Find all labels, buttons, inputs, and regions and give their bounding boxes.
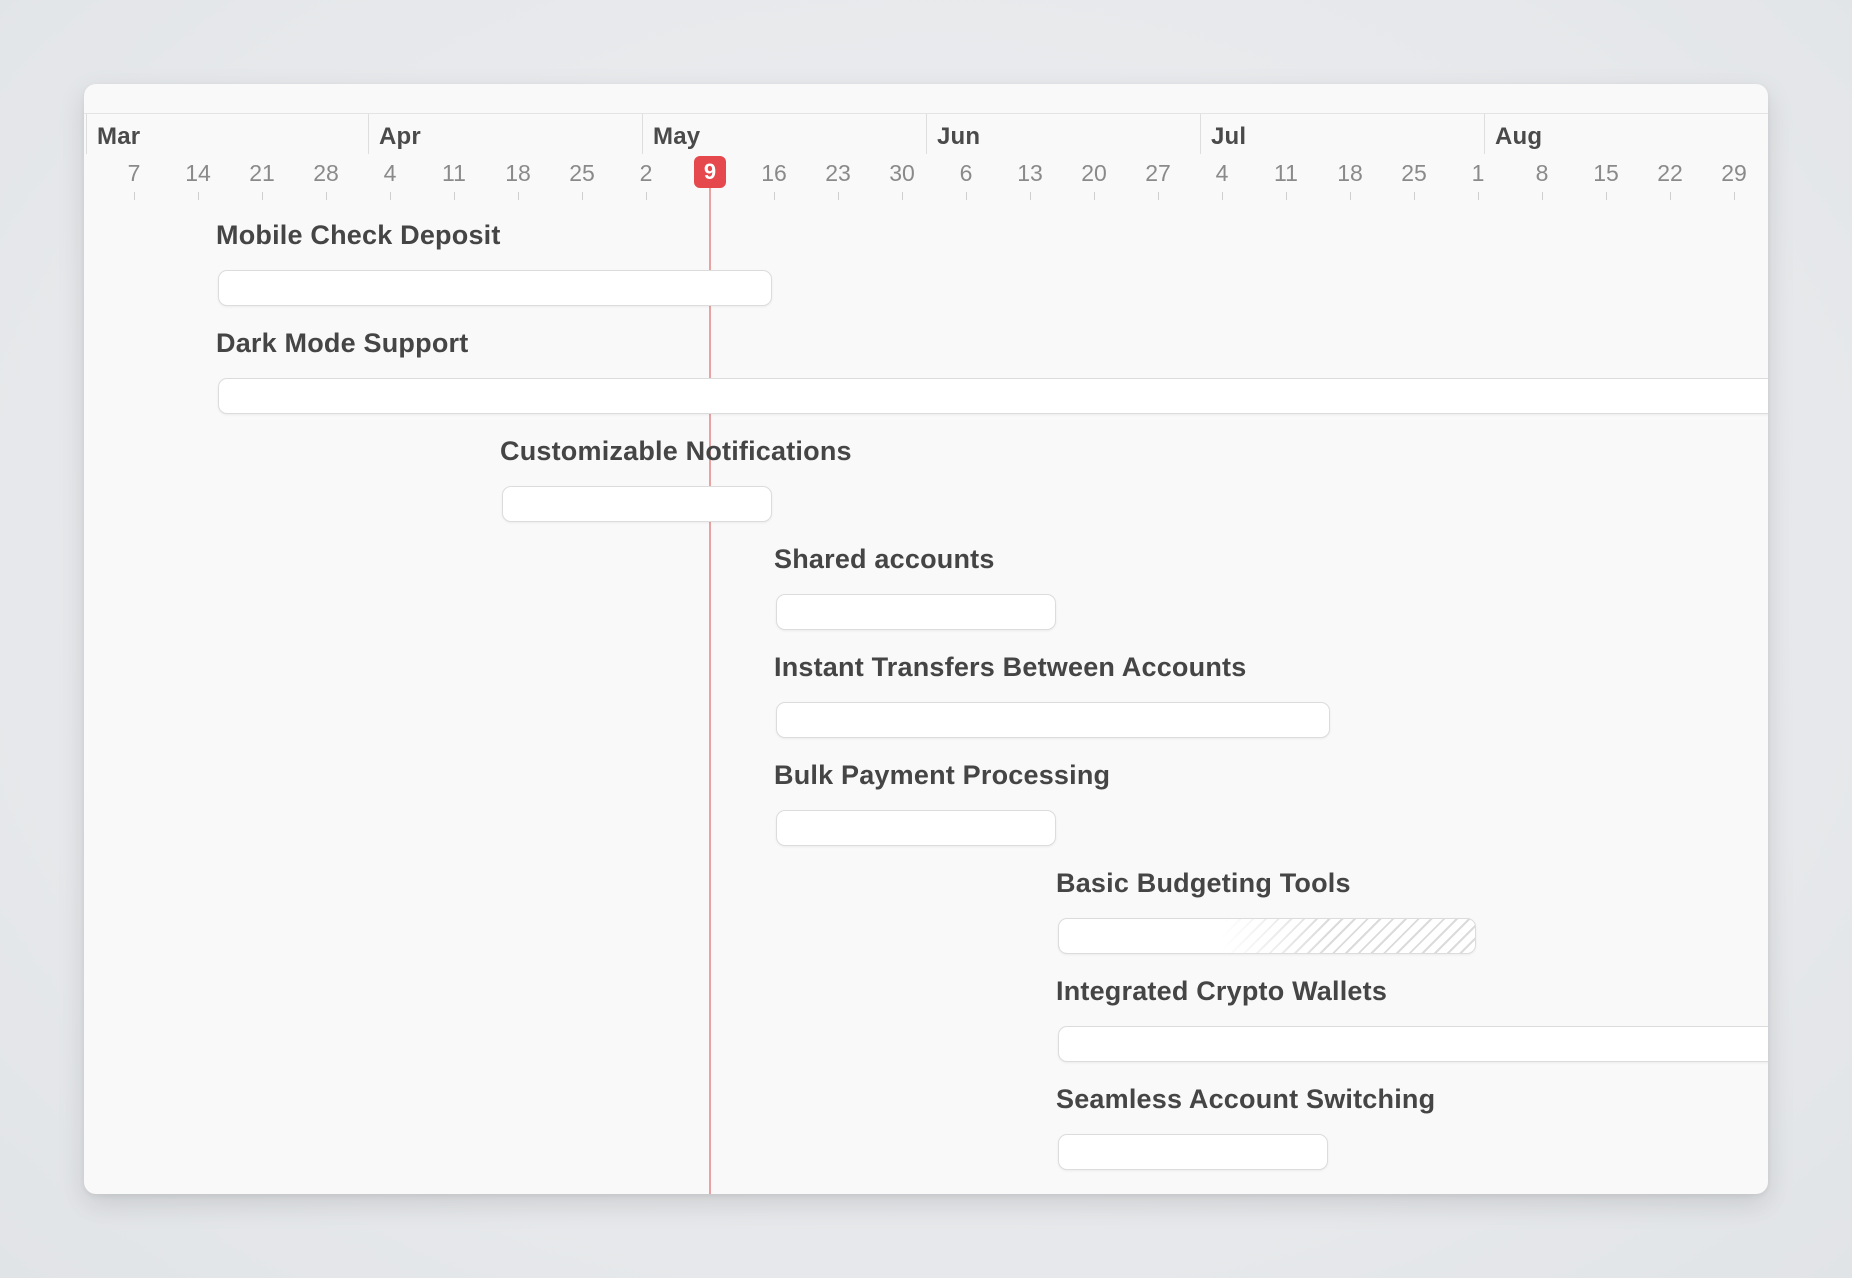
day-tick	[1734, 192, 1735, 200]
month-label: Aug	[1495, 123, 1543, 150]
day-tick	[518, 192, 519, 200]
day-tick	[1478, 192, 1479, 200]
roadmap-card: Mar Apr May Jun Jul Aug 7 14 21 28 4 11 18 25 2 1…	[84, 84, 1768, 1194]
day-label: 28	[313, 160, 339, 186]
month-label: May	[653, 123, 701, 150]
task-bar-shared-accounts[interactable]	[776, 594, 1056, 630]
task-bar-instant-transfers[interactable]	[776, 702, 1330, 738]
task-title-mobile-check-deposit[interactable]: Mobile Check Deposit	[216, 220, 501, 251]
task-bar-bulk-payment-processing[interactable]	[776, 810, 1056, 846]
task-bar-customizable-notifications[interactable]	[502, 486, 772, 522]
day-label: 4	[383, 160, 397, 186]
day-label: 23	[825, 160, 851, 186]
day-tick	[582, 192, 583, 200]
day-label: 8	[1535, 160, 1549, 186]
month-apr: Apr	[368, 114, 643, 154]
day-label: 14	[185, 160, 211, 186]
task-bar-seamless-account-switching[interactable]	[1058, 1134, 1328, 1170]
day-tick	[1350, 192, 1351, 200]
day-tick	[838, 192, 839, 200]
day-label: 11	[442, 160, 466, 186]
day-tick	[1222, 192, 1223, 200]
task-bar-mobile-check-deposit[interactable]	[218, 270, 772, 306]
day-label: 6	[959, 160, 973, 186]
day-tick	[1158, 192, 1159, 200]
day-label: 20	[1081, 160, 1107, 186]
today-line	[709, 188, 711, 1194]
day-tick	[1030, 192, 1031, 200]
day-label: 11	[1274, 160, 1298, 186]
day-tick	[390, 192, 391, 200]
day-tick	[326, 192, 327, 200]
month-label: Jul	[1211, 123, 1247, 150]
month-label: Mar	[97, 123, 141, 150]
task-title-bulk-payment-processing[interactable]: Bulk Payment Processing	[774, 760, 1110, 791]
task-bar-integrated-crypto-wallets[interactable]	[1058, 1026, 1768, 1062]
day-label: 15	[1593, 160, 1619, 186]
day-label: 7	[127, 160, 141, 186]
day-tick	[902, 192, 903, 200]
day-label: 27	[1145, 160, 1171, 186]
day-tick	[1094, 192, 1095, 200]
day-label: 13	[1017, 160, 1043, 186]
month-may: May	[642, 114, 927, 154]
task-title-shared-accounts[interactable]: Shared accounts	[774, 544, 995, 575]
task-title-instant-transfers[interactable]: Instant Transfers Between Accounts	[774, 652, 1246, 683]
day-label: 22	[1657, 160, 1683, 186]
day-label: 30	[889, 160, 915, 186]
task-title-dark-mode-support[interactable]: Dark Mode Support	[216, 328, 468, 359]
task-title-integrated-crypto-wallets[interactable]: Integrated Crypto Wallets	[1056, 976, 1387, 1007]
day-label: 21	[249, 160, 275, 186]
day-tick	[198, 192, 199, 200]
day-tick	[1542, 192, 1543, 200]
day-tick	[134, 192, 135, 200]
day-label: 1	[1471, 160, 1485, 186]
day-tick	[454, 192, 455, 200]
day-tick	[1606, 192, 1607, 200]
day-tick	[646, 192, 647, 200]
day-label: 16	[761, 160, 787, 186]
month-mar: Mar	[86, 114, 369, 154]
day-label: 29	[1721, 160, 1747, 186]
month-label: Jun	[937, 123, 981, 150]
month-label: Apr	[379, 123, 421, 150]
month-jul: Jul	[1200, 114, 1485, 154]
task-title-customizable-notifications[interactable]: Customizable Notifications	[500, 436, 852, 467]
day-label: 18	[1337, 160, 1363, 186]
day-label: 25	[1401, 160, 1427, 186]
month-jun: Jun	[926, 114, 1201, 154]
day-tick	[774, 192, 775, 200]
day-tick	[1670, 192, 1671, 200]
day-label: 2	[639, 160, 653, 186]
month-aug: Aug	[1484, 114, 1768, 154]
task-bar-basic-budgeting-tools[interactable]	[1058, 918, 1476, 954]
day-tick	[1414, 192, 1415, 200]
day-tick	[262, 192, 263, 200]
day-tick	[966, 192, 967, 200]
task-bar-dark-mode-support[interactable]	[218, 378, 1768, 414]
day-label: 4	[1215, 160, 1229, 186]
task-title-basic-budgeting-tools[interactable]: Basic Budgeting Tools	[1056, 868, 1351, 899]
day-label: 25	[569, 160, 595, 186]
today-marker[interactable]: 9	[694, 156, 726, 188]
day-label: 18	[505, 160, 531, 186]
task-title-seamless-account-switching[interactable]: Seamless Account Switching	[1056, 1084, 1435, 1115]
day-tick	[1286, 192, 1287, 200]
